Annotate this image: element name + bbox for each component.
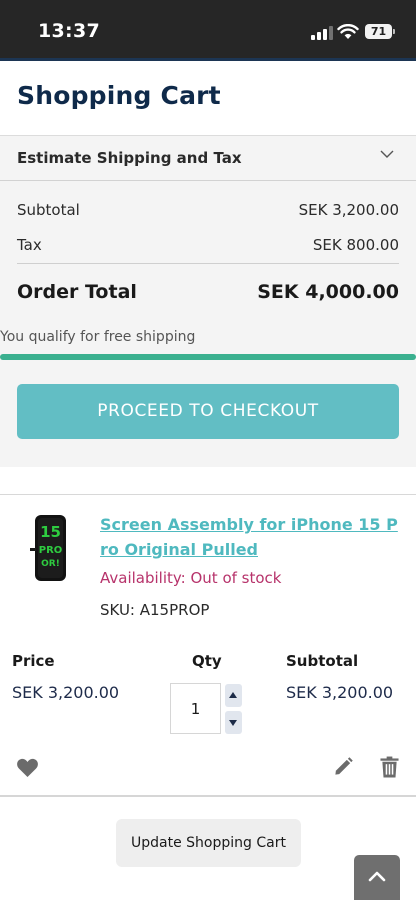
tax-value: SEK 800.00 (312, 236, 399, 254)
battery-icon: 71 (365, 24, 392, 39)
product-name-link[interactable]: Screen Assembly for iPhone 15 Pro Origin… (100, 512, 400, 562)
trash-icon[interactable] (380, 756, 399, 778)
product-sku: SKU: A15PROP (100, 601, 210, 619)
product-image-text: OR! (41, 559, 60, 569)
subtotal-header: Subtotal (286, 652, 359, 670)
totals-divider (17, 263, 399, 264)
product-image[interactable]: 15 PRO OR! (30, 515, 70, 581)
status-time: 13:37 (38, 20, 100, 42)
scroll-to-top-button[interactable] (354, 855, 400, 900)
free-shipping-progress-fill (0, 354, 416, 360)
heart-icon[interactable] (16, 757, 39, 778)
chevron-up-icon (368, 871, 386, 882)
availability-status: Availability: Out of stock (100, 569, 282, 587)
chevron-down-icon[interactable] (379, 146, 395, 162)
qty-decrease-button[interactable] (225, 711, 242, 734)
subtotal-value: SEK 3,200.00 (298, 201, 399, 219)
tax-label: Tax (17, 236, 42, 254)
page-title: Shopping Cart (17, 81, 221, 110)
cellular-signal-icon (311, 26, 333, 40)
item-subtotal: SEK 3,200.00 (286, 683, 394, 702)
order-total-label: Order Total (17, 281, 137, 303)
price-header: Price (12, 652, 55, 670)
qty-header: Qty (192, 652, 222, 670)
item-price: SEK 3,200.00 (12, 683, 120, 702)
estimate-shipping-label[interactable]: Estimate Shipping and Tax (17, 149, 242, 167)
product-image-text: 15 (40, 523, 61, 541)
free-shipping-message: You qualify for free shipping (0, 329, 196, 345)
section-divider (0, 494, 416, 495)
product-image-text: PRO (39, 545, 63, 556)
order-total-value: SEK 4,000.00 (257, 281, 399, 303)
footer-divider (0, 795, 416, 797)
pencil-icon[interactable] (333, 756, 354, 777)
wifi-icon (337, 24, 359, 39)
update-shopping-cart-button[interactable]: Update Shopping Cart (116, 819, 301, 867)
subtotal-label: Subtotal (17, 201, 80, 219)
free-shipping-progress (0, 354, 416, 360)
qty-input[interactable] (170, 683, 221, 734)
qty-increase-button[interactable] (225, 684, 242, 707)
battery-tip (393, 29, 395, 34)
proceed-to-checkout-button[interactable]: PROCEED TO CHECKOUT (17, 384, 399, 439)
status-bar: 13:37 71 (0, 0, 416, 58)
